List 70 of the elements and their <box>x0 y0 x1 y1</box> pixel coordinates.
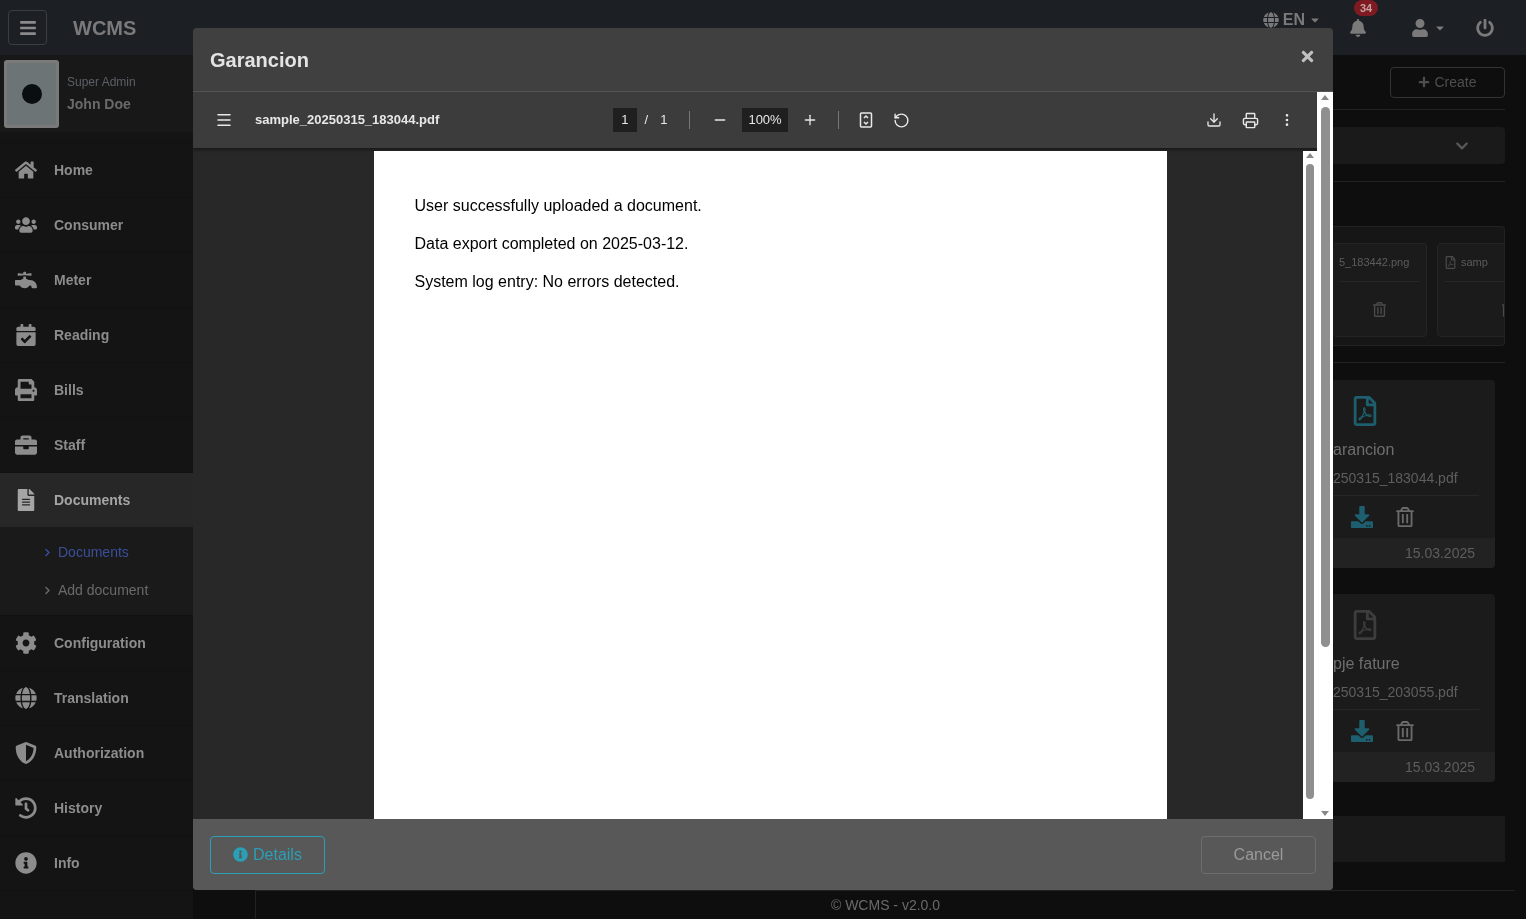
pdf-text-line: Data export completed on 2025-03-12. <box>414 234 690 254</box>
user-name: John Doe <box>67 94 132 114</box>
nav-item[interactable]: Configuration <box>0 616 193 670</box>
nav-item[interactable]: Home <box>0 143 193 197</box>
home-icon <box>15 159 37 181</box>
avatar <box>4 59 59 128</box>
attachment-filename: 5_183442.png <box>1339 255 1410 271</box>
settings-icon <box>15 632 37 654</box>
rotate-icon[interactable] <box>892 111 910 129</box>
document-icon <box>15 489 37 511</box>
scrollbar[interactable] <box>1317 92 1333 819</box>
pdf-text-line: System log entry: No errors detected. <box>414 272 681 292</box>
scrollbar[interactable] <box>1303 151 1317 819</box>
nav-item[interactable]: Authorization <box>0 726 193 780</box>
document-filename: 250315_183044.pdf <box>1333 469 1459 488</box>
nav-item[interactable]: Consumer <box>0 198 193 252</box>
pdf-icon <box>1444 256 1457 269</box>
nav-item[interactable]: Info <box>0 836 193 890</box>
notifications-icon[interactable] <box>1349 18 1367 37</box>
printer-icon <box>15 379 37 401</box>
trash-icon[interactable] <box>1395 721 1415 741</box>
document-title: arancion <box>1333 440 1396 460</box>
page-separator: / <box>644 111 649 130</box>
globe-icon[interactable] <box>1262 11 1279 28</box>
modal-title: Garancion <box>210 47 309 73</box>
nav-item[interactable]: History <box>0 781 193 835</box>
user-icon[interactable] <box>1411 18 1429 37</box>
people-icon <box>15 214 37 236</box>
nav-item[interactable]: Documents <box>0 473 193 527</box>
briefcase-icon <box>15 434 37 456</box>
pdf-text-line: User successfully uploaded a document. <box>414 196 703 216</box>
document-filename: 250315_203055.pdf <box>1333 683 1459 702</box>
user-role: Super Admin <box>67 73 136 91</box>
language-selector[interactable]: EN <box>1282 7 1305 32</box>
faucet-icon <box>15 269 37 291</box>
history-icon <box>15 797 37 819</box>
download-icon[interactable] <box>1206 112 1222 128</box>
zoom-field[interactable]: 100% <box>742 108 788 132</box>
menu-icon <box>18 18 37 37</box>
nav-item[interactable]: Meter <box>0 253 193 307</box>
document-date: 15.03.2025 <box>1404 757 1475 777</box>
footer-text: © WCMS - v2.0.0 <box>830 895 941 915</box>
menu-icon[interactable] <box>215 111 233 129</box>
nav-item[interactable]: Reading <box>0 308 193 362</box>
plus-icon <box>1418 76 1431 88</box>
nav-item[interactable]: Translation <box>0 671 193 725</box>
document-title: pje fature <box>1333 654 1401 674</box>
submenu-item[interactable]: Add document <box>0 571 193 609</box>
trash-icon[interactable] <box>1395 507 1415 527</box>
chevron-right-icon <box>43 585 52 595</box>
calendar-check-icon <box>15 324 37 346</box>
pdf-filename: sample_20250315_183044.pdf <box>255 111 440 130</box>
page-count: 1 <box>660 111 668 130</box>
attachment-filename: samp <box>1461 255 1488 271</box>
menu-button[interactable] <box>8 10 47 45</box>
document-date: 15.03.2025 <box>1404 543 1475 563</box>
print-icon[interactable] <box>1242 111 1259 129</box>
info-icon <box>15 852 37 874</box>
fit-page-icon[interactable] <box>858 112 873 128</box>
power-icon[interactable] <box>1476 18 1494 37</box>
close-icon[interactable] <box>1299 48 1316 65</box>
nav-item[interactable]: Bills <box>0 363 193 417</box>
info-icon <box>233 847 248 862</box>
nav-item[interactable]: Staff <box>0 418 193 472</box>
brand-name: WCMS <box>73 15 137 41</box>
page-number-field[interactable]: 1 <box>613 108 637 132</box>
globe-icon <box>15 687 37 709</box>
notification-badge: 34 <box>1354 0 1379 16</box>
chevron-right-icon <box>43 547 52 557</box>
shield-icon <box>15 742 37 764</box>
